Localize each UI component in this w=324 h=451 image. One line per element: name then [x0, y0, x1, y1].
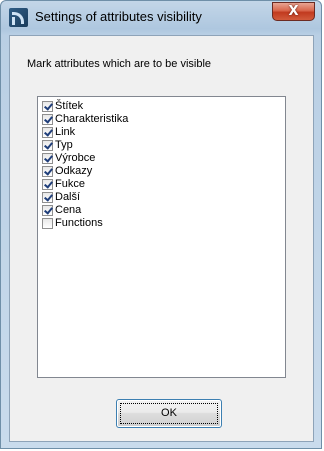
- attribute-checkbox[interactable]: [42, 179, 53, 190]
- close-icon: X: [288, 4, 299, 19]
- attribute-label: Functions: [55, 217, 103, 229]
- dialog-body: Mark attributes which are to be visible …: [9, 35, 314, 442]
- list-item[interactable]: Štítek: [42, 100, 83, 113]
- attribute-checkbox[interactable]: [42, 166, 53, 177]
- attribute-checkbox[interactable]: [42, 127, 53, 138]
- list-item[interactable]: Link: [42, 126, 75, 139]
- attribute-checkbox[interactable]: [42, 218, 53, 229]
- list-item[interactable]: Functions: [42, 217, 103, 230]
- attribute-label: Odkazy: [55, 165, 93, 177]
- list-item[interactable]: Cena: [42, 204, 81, 217]
- attribute-label: Výrobce: [55, 152, 96, 164]
- attribute-label: Další: [55, 191, 81, 203]
- ok-button[interactable]: OK: [116, 399, 222, 428]
- close-button[interactable]: X: [272, 2, 315, 21]
- ok-button-label: OK: [161, 407, 177, 419]
- attribute-checkbox[interactable]: [42, 140, 53, 151]
- attribute-label: Štítek: [55, 100, 84, 112]
- attribute-label: Cena: [55, 204, 82, 216]
- attributes-listbox[interactable]: Štítek Charakteristika Link Typ Výrobce …: [37, 96, 286, 378]
- dialog-window: Settings of attributes visibility X Mark…: [0, 0, 322, 449]
- attribute-label: Charakteristika: [55, 113, 129, 125]
- attribute-label: Fukce: [55, 178, 85, 190]
- attribute-checkbox[interactable]: [42, 205, 53, 216]
- list-item[interactable]: Fukce: [42, 178, 85, 191]
- window-title: Settings of attributes visibility: [35, 9, 202, 24]
- attribute-label: Link: [55, 126, 76, 138]
- list-item[interactable]: Odkazy: [42, 165, 92, 178]
- attribute-checkbox[interactable]: [42, 101, 53, 112]
- list-item[interactable]: Výrobce: [42, 152, 95, 165]
- app-icon: [9, 8, 28, 27]
- list-item[interactable]: Charakteristika: [42, 113, 128, 126]
- attribute-label: Typ: [55, 139, 73, 151]
- instruction-label: Mark attributes which are to be visible: [27, 58, 212, 70]
- attribute-checkbox[interactable]: [42, 192, 53, 203]
- title-bar[interactable]: Settings of attributes visibility X: [1, 1, 321, 35]
- list-item[interactable]: Další: [42, 191, 80, 204]
- attribute-checkbox[interactable]: [42, 114, 53, 125]
- list-item[interactable]: Typ: [42, 139, 73, 152]
- attribute-checkbox[interactable]: [42, 153, 53, 164]
